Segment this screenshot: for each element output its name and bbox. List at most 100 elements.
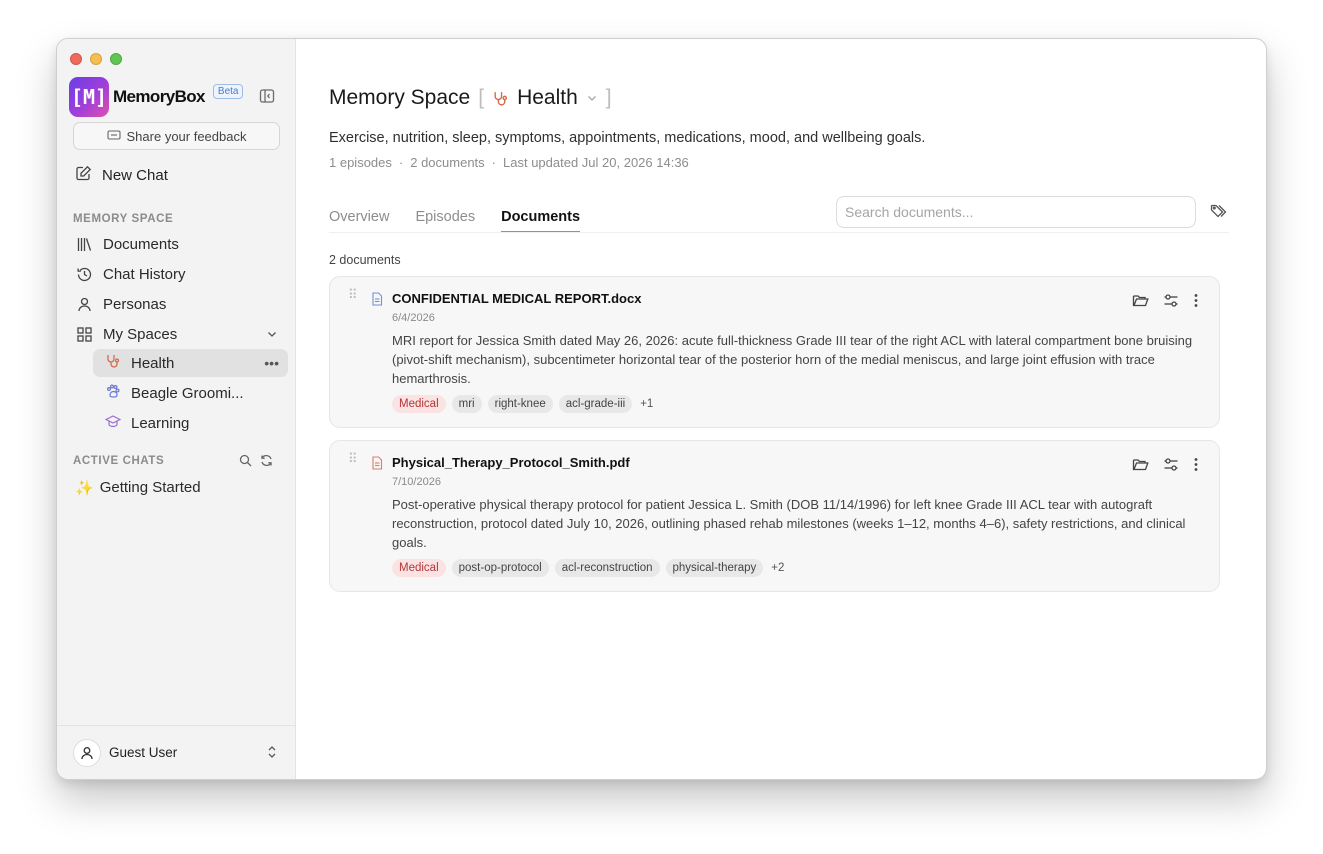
user-menu[interactable]: Guest User [57,725,296,779]
document-card[interactable]: ⠿ CONFIDENTIAL MEDICAL REPORT.docx 6/4/2… [329,276,1220,428]
space-item-label: Health [131,354,175,372]
kebab-menu-icon[interactable] [1193,457,1199,477]
avatar [73,738,101,767]
more-tags[interactable]: +1 [640,398,653,410]
space-item-health[interactable]: Health ••• [93,349,288,377]
tag[interactable]: Medical [392,395,446,413]
history-icon [75,265,93,283]
document-actions [1132,293,1199,313]
chat-item-label: Getting Started [99,479,201,496]
chat-item-getting-started[interactable]: ✨ Getting Started [75,479,201,497]
tab-overview[interactable]: Overview [329,209,389,233]
feedback-icon [106,128,121,145]
stethoscope-icon [492,90,509,107]
space-item-label: Learning [131,414,190,432]
more-options-icon[interactable]: ••• [264,355,279,371]
document-name[interactable]: Physical_Therapy_Protocol_Smith.pdf [392,455,630,470]
zoom-window-button[interactable] [110,53,122,65]
sidebar-item-documents[interactable]: Documents [75,235,179,253]
space-item-learning[interactable]: Learning [93,409,288,437]
drag-handle-icon[interactable]: ⠿ [348,288,358,301]
space-description: Exercise, nutrition, sleep, symptoms, ap… [329,130,926,146]
documents-count: 2 documents [410,155,485,170]
tab-documents[interactable]: Documents [501,209,581,233]
space-selector[interactable]: Health [517,86,578,110]
app-window: [M] MemoryBox Beta Share your feedback N… [56,38,1267,780]
episodes-count: 1 episodes [329,155,392,170]
tag[interactable]: post-op-protocol [451,559,549,577]
page-title-text: Memory Space [329,86,471,109]
search-icon[interactable] [239,454,252,472]
app-logo: [M] [69,77,109,117]
sidebar-item-my-spaces[interactable]: My Spaces [75,325,278,343]
active-chats-tools [239,454,273,472]
more-tags[interactable]: +2 [771,562,784,574]
drag-handle-icon[interactable]: ⠿ [348,452,358,465]
compose-icon [75,165,92,186]
new-chat-label: New Chat [102,167,168,184]
tag[interactable]: acl-grade-iii [558,395,633,413]
page-title: Memory Space [ Health ] [329,86,620,110]
close-window-button[interactable] [70,53,82,65]
chevron-up-down-icon[interactable] [266,745,278,764]
settings-sliders-icon[interactable] [1163,293,1179,313]
bracket-close: ] [605,86,612,109]
space-item-beagle-grooming[interactable]: Beagle Groomi... [93,379,288,407]
paw-icon [105,383,121,403]
tab-episodes[interactable]: Episodes [415,209,475,233]
settings-sliders-icon[interactable] [1163,457,1179,477]
main-content: Memory Space [ Health ] Exercise, nutrit… [297,39,1266,779]
folder-icon[interactable] [1132,457,1149,477]
sidebar-item-label: My Spaces [103,325,178,343]
collapse-sidebar-icon[interactable] [259,88,275,104]
sidebar-item-label: Chat History [103,265,186,283]
document-tags: Medical post-op-protocol acl-reconstruct… [392,559,784,577]
document-count: 2 documents [329,253,401,267]
stethoscope-icon [105,353,121,373]
sidebar-item-personas[interactable]: Personas [75,295,166,313]
document-name[interactable]: CONFIDENTIAL MEDICAL REPORT.docx [392,291,641,306]
beta-badge: Beta [212,83,244,99]
sidebar-item-label: Documents [103,235,179,253]
active-chats-heading: ACTIVE CHATS [73,455,165,467]
feedback-label: Share your feedback [126,128,247,144]
tag-filter-icon[interactable] [1210,203,1228,224]
tab-bar: Overview Episodes Documents [329,209,581,233]
chevron-down-icon[interactable] [586,92,598,104]
tag[interactable]: physical-therapy [665,559,764,577]
folder-icon[interactable] [1132,293,1149,313]
new-chat-button[interactable]: New Chat [75,165,168,186]
last-updated: Last updated Jul 20, 2026 14:36 [503,155,689,170]
document-summary: Post-operative physical therapy protocol… [392,497,1186,550]
meta-separator: · [398,155,404,170]
tag[interactable]: mri [451,395,482,413]
sidebar-item-label: Personas [103,295,167,313]
chevron-down-icon[interactable] [266,327,278,344]
documents-icon [75,235,93,253]
feedback-button[interactable]: Share your feedback [73,122,280,150]
sidebar-item-chat-history[interactable]: Chat History [75,265,186,283]
app-name: MemoryBox [113,87,206,106]
document-date: 7/10/2026 [392,476,441,488]
tabs-divider [329,232,1229,233]
document-summary: MRI report for Jessica Smith dated May 2… [392,333,1193,386]
memory-space-heading: MEMORY SPACE [73,213,174,225]
document-tags: Medical mri right-knee acl-grade-iii +1 [392,395,653,413]
meta-separator: · [491,155,497,170]
grid-icon [75,325,93,343]
brand: [M] MemoryBox Beta [69,77,244,117]
refresh-icon[interactable] [260,454,273,472]
pdf-file-icon [371,456,383,475]
document-card[interactable]: ⠿ Physical_Therapy_Protocol_Smith.pdf 7/… [329,440,1220,592]
user-name: Guest User [109,745,178,760]
minimize-window-button[interactable] [90,53,102,65]
space-meta: 1 episodes · 2 documents · Last updated … [329,155,689,170]
search-input[interactable] [836,196,1196,228]
kebab-menu-icon[interactable] [1193,293,1199,313]
tag[interactable]: Medical [392,559,446,577]
sparkles-icon: ✨ [75,480,94,497]
bracket-open: [ [478,86,485,109]
document-date: 6/4/2026 [392,312,435,324]
tag[interactable]: right-knee [487,395,553,413]
tag[interactable]: acl-reconstruction [554,559,660,577]
